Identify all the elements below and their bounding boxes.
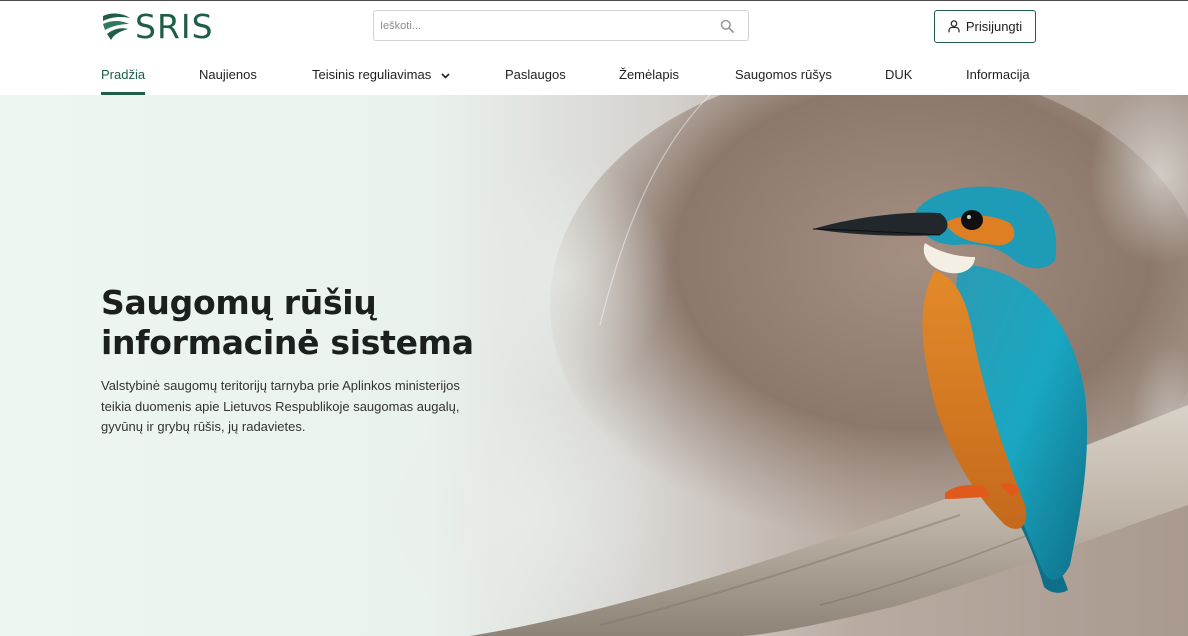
- nav-item-saugomos-rusys[interactable]: Saugomos rūšys: [735, 67, 832, 95]
- main-nav: Pradžia Naujienos Teisinis reguliavimas …: [0, 61, 1188, 95]
- search-box: [373, 10, 749, 41]
- nav-item-label: Saugomos rūšys: [735, 67, 832, 82]
- search-input[interactable]: [374, 11, 700, 40]
- search-icon[interactable]: [720, 19, 734, 33]
- hero-content: Saugomų rūšių informacinė sistema Valsty…: [101, 283, 501, 438]
- nav-item-informacija[interactable]: Informacija: [966, 67, 1030, 95]
- title-line-2: informacinė sistema: [101, 323, 474, 362]
- page-title: Saugomų rūšių informacinė sistema: [101, 283, 501, 363]
- nav-item-label: Žemėlapis: [619, 67, 679, 82]
- nav-item-label: Teisinis reguliavimas: [312, 67, 432, 82]
- logo-text: SRIS: [135, 7, 214, 46]
- nav-item-label: DUK: [885, 67, 913, 82]
- nav-item-label: Paslaugos: [505, 67, 566, 82]
- nav-item-label: Pradžia: [101, 67, 146, 82]
- title-line-1: Saugomų rūšių: [101, 283, 377, 322]
- hero-description: Valstybinė saugomų teritorijų tarnyba pr…: [101, 378, 460, 434]
- nav-item-naujienos[interactable]: Naujienos: [199, 67, 257, 95]
- nav-item-teisinis-reguliavimas[interactable]: Teisinis reguliavimas: [312, 67, 450, 95]
- login-label: Prisijungti: [965, 19, 1023, 34]
- site-logo[interactable]: SRIS: [101, 7, 214, 46]
- user-icon: [948, 20, 960, 33]
- login-button[interactable]: Prisijungti: [934, 10, 1036, 43]
- nav-item-label: Informacija: [966, 67, 1030, 82]
- nav-item-zemelapis[interactable]: Žemėlapis: [619, 67, 679, 95]
- nav-item-label: Naujienos: [199, 67, 257, 82]
- nav-item-paslaugos[interactable]: Paslaugos: [505, 67, 566, 95]
- site-header: SRIS Prisijungti Pradžia Naujienos Teisi…: [0, 1, 1188, 95]
- chevron-down-icon: [441, 72, 450, 79]
- hero-banner: Saugomų rūšių informacinė sistema Valsty…: [0, 95, 1188, 636]
- nav-item-duk[interactable]: DUK: [885, 67, 912, 95]
- nav-item-pradzia[interactable]: Pradžia: [101, 67, 146, 95]
- logo-leaf-icon: [103, 13, 130, 40]
